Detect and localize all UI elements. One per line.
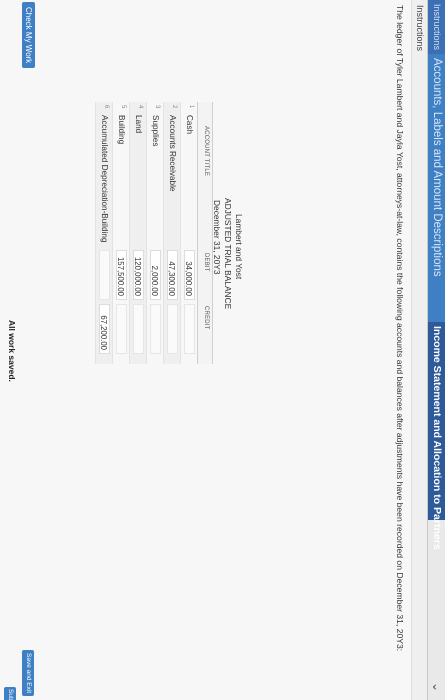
save-status: All work saved. [7,320,17,382]
tab-accounts-labels[interactable]: Accounts, Labels and Amount Descriptions [428,54,445,322]
report-title: ADJUSTED TRIAL BALANCE [223,198,233,310]
table-header: ACCOUNT TITLE DEBIT CREDIT [197,102,213,364]
account-title: Land [134,115,143,134]
credit-cell[interactable]: 67,200.00 [99,304,110,354]
account-title: Accumulated Depreciation-Building [100,115,109,243]
account-title: Supplies [151,115,160,147]
instructions-label: Instructions [415,5,425,52]
tab-income-statement[interactable]: Income Statement and Allocation to Partn… [428,322,445,550]
table-row: 1 Cash 34,000.00 [180,102,197,364]
account-title: Cash [185,115,194,135]
debit-cell[interactable]: 2,000.00 [150,250,161,300]
table-row: 5 Building 157,500.00 [112,102,129,364]
account-title: Accounts Receivable [168,115,177,192]
credit-cell[interactable] [133,304,144,354]
debit-cell[interactable]: 47,300.00 [167,250,178,300]
row-number: 5 [120,105,126,109]
credit-cell[interactable] [167,304,178,354]
debit-cell[interactable] [99,250,110,300]
debit-cell[interactable]: 120,000.00 [133,250,144,300]
submit-button[interactable]: Sub [4,687,16,700]
rotated-page: Instructions Accounts, Labels and Amount… [0,0,445,700]
trial-balance-table: ACCOUNT TITLE DEBIT CREDIT 1 Cash 34,000… [95,102,213,364]
report-date: December 31, 20Y3 [212,200,222,275]
col-credit: CREDIT [203,306,209,330]
chevron-down-icon[interactable]: ⌄ [430,682,444,692]
instructions-header: Instructions [411,0,427,700]
row-number: 4 [137,105,143,109]
col-account-title: ACCOUNT TITLE [203,126,209,177]
credit-cell[interactable] [150,304,161,354]
table-row: 6 Accumulated Depreciation-Building 67,2… [95,102,112,364]
check-my-work-button[interactable]: Check My Work [22,2,35,69]
row-number: 3 [154,105,160,109]
tab-instructions[interactable]: Instructions [428,0,445,54]
row-number: 1 [188,105,194,109]
company-name: Lambert and Yost [234,214,244,280]
col-debit: DEBIT [203,253,209,272]
table-row: 4 Land 120,000.00 [129,102,146,364]
save-and-exit-button[interactable]: Save and Exit [22,650,34,697]
row-number: 2 [171,105,177,109]
debit-cell[interactable]: 157,500.00 [116,250,127,300]
debit-cell[interactable]: 34,000.00 [184,250,195,300]
table-row: 3 Supplies 2,000.00 [146,102,163,364]
table-row: 2 Accounts Receivable 47,300.00 [163,102,180,364]
credit-cell[interactable] [116,304,127,354]
row-number: 6 [103,105,109,109]
tab-bar: Instructions Accounts, Labels and Amount… [427,0,445,700]
instructions-text: The ledger of Tyler Lambert and Jayla Yo… [395,5,405,652]
account-title: Building [117,115,126,145]
credit-cell[interactable] [184,304,195,354]
screen: Instructions Accounts, Labels and Amount… [0,0,445,700]
